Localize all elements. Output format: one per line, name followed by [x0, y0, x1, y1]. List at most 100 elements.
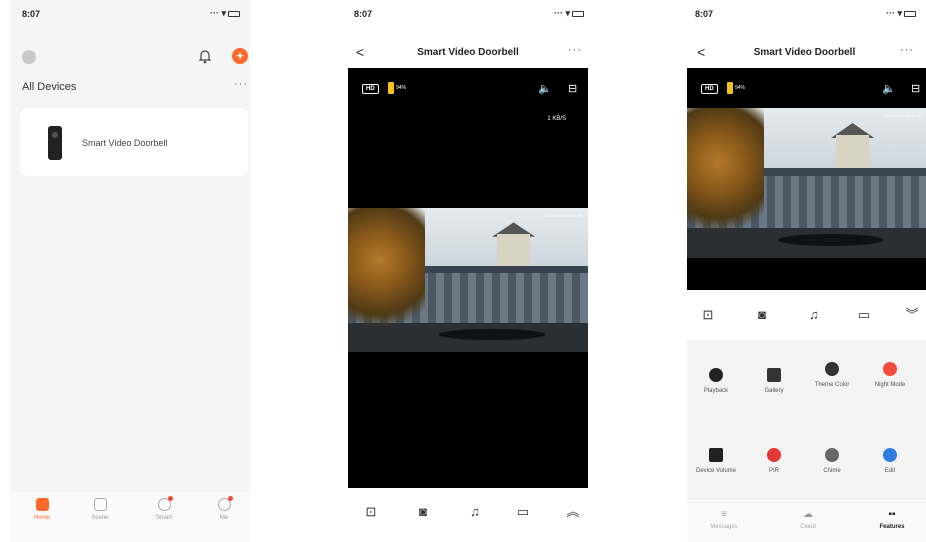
scene-icon — [93, 498, 107, 511]
tab-label: Features — [879, 524, 905, 530]
talk-icon[interactable]: ♫ — [466, 504, 484, 520]
video-player[interactable]: HD 94% 🔈 ⊟ 10/11/2022 15:32:45 — [687, 68, 926, 290]
battery-level-icon — [388, 82, 394, 94]
live-view-fullscreen: 8:07 ··· ▾ < Smart Video Doorbell ··· HD… — [342, 0, 594, 542]
battery-percent: 94% — [735, 85, 746, 91]
speaker-icon[interactable]: 🔈 — [538, 82, 552, 95]
battery-level-icon — [727, 82, 733, 94]
video-player[interactable]: HD 94% 🔈 ⊟ 1 KB/S 10/11/2022 15:32:45 — [348, 68, 588, 488]
status-icons: ··· ▾ — [210, 8, 240, 19]
section-title: All Devices — [22, 81, 77, 93]
tab-messages[interactable]: ≡ Messages — [699, 509, 749, 530]
hd-toggle-button[interactable]: HD — [701, 84, 718, 94]
feature-theme-color[interactable]: Theme Color — [807, 362, 857, 389]
feature-playback[interactable]: Playback — [691, 368, 741, 395]
more-icon[interactable]: ··· — [900, 44, 914, 56]
tab-label: Cloud — [800, 524, 816, 530]
control-bar: ⊡ ◙ ♫ ▭ ︾ — [683, 295, 926, 335]
feature-edit[interactable]: Edit — [865, 448, 915, 475]
record-icon[interactable]: ▭ — [855, 307, 873, 323]
more-icon[interactable]: ··· — [568, 44, 582, 56]
hd-toggle-button[interactable]: HD — [362, 84, 379, 94]
tab-features[interactable]: ▪▪ Features — [867, 509, 917, 530]
bottom-tab-bar: Home Scene Smart Me — [10, 492, 250, 542]
battery-percent: 94% — [396, 85, 407, 91]
battery-icon — [572, 10, 584, 17]
device-name: Smart Video Doorbell — [82, 138, 168, 148]
feature-night-mode[interactable]: Night Mode — [865, 362, 915, 389]
tab-home[interactable]: Home — [22, 498, 62, 521]
camera-frame: 10/11/2022 15:32:45 — [348, 208, 588, 352]
home-screen: 8:07 ··· ▾ + All Devices ··· Smart Video… — [10, 0, 250, 542]
battery-icon — [228, 10, 240, 17]
device-card[interactable]: Smart Video Doorbell — [20, 108, 248, 176]
tab-label: Smart — [155, 515, 172, 521]
feature-chime[interactable]: Chime — [807, 448, 857, 475]
notification-dot — [227, 496, 233, 501]
record-icon[interactable]: ▭ — [514, 504, 532, 520]
add-device-button[interactable]: + — [232, 48, 248, 64]
feature-label: Theme Color — [814, 382, 850, 388]
status-bar: 8:07 ··· ▾ — [10, 0, 250, 22]
doorbell-icon — [48, 126, 62, 160]
gallery-icon — [767, 368, 781, 382]
status-icons: ··· ▾ — [554, 8, 584, 19]
notification-dot — [167, 496, 173, 501]
status-time: 8:07 — [695, 9, 714, 19]
me-icon — [217, 496, 233, 511]
bell-icon[interactable] — [198, 48, 212, 64]
tab-smart[interactable]: Smart — [144, 496, 184, 521]
camera-frame: 10/11/2022 15:32:45 — [687, 108, 926, 258]
tab-label: Messages — [710, 524, 738, 530]
home-icon — [35, 498, 49, 511]
split-view-icon[interactable]: ⊟ — [568, 82, 577, 95]
tab-scene[interactable]: Scene — [80, 498, 120, 521]
status-icons: ··· ▾ — [886, 8, 916, 19]
cloud-icon: ☁ — [803, 509, 813, 520]
feature-label: Playback — [703, 388, 729, 394]
features-grid: Playback Gallery Theme Color Night Mode … — [687, 340, 926, 500]
talk-icon[interactable]: ♫ — [805, 307, 823, 323]
chevron-up-icon[interactable]: ︽ — [564, 504, 582, 520]
smart-icon — [157, 496, 173, 511]
feature-label: Gallery — [764, 388, 784, 394]
status-time: 8:07 — [22, 9, 41, 19]
control-bar: ⊡ ◙ ♫ ▭ ︽ — [342, 498, 594, 528]
home-avatar-icon[interactable] — [22, 50, 36, 64]
speaker-icon[interactable]: 🔈 — [882, 82, 896, 95]
page-title: Smart Video Doorbell — [417, 47, 519, 58]
status-bar: 8:07 ··· ▾ — [342, 0, 594, 22]
battery-icon — [904, 10, 916, 17]
chime-icon — [825, 448, 839, 462]
palette-icon — [825, 362, 839, 376]
pir-icon — [767, 448, 781, 462]
tab-label: Home — [33, 515, 50, 521]
page-title: Smart Video Doorbell — [753, 47, 856, 58]
video-timestamp: 10/11/2022 15:32:45 — [545, 213, 582, 218]
video-timestamp: 10/11/2022 15:32:45 — [884, 113, 921, 118]
feature-label: Chime — [823, 468, 841, 474]
grid-icon: ▪▪ — [888, 509, 896, 520]
feature-label: PIR — [768, 468, 779, 474]
tab-me[interactable]: Me — [204, 496, 244, 521]
tab-label: Scene — [91, 515, 109, 521]
tab-cloud[interactable]: ☁ Cloud — [783, 509, 833, 530]
camera-icon[interactable]: ◙ — [753, 307, 771, 323]
feature-pir[interactable]: PIR — [749, 448, 799, 475]
volume-icon — [709, 448, 723, 462]
tab-label: Me — [219, 515, 229, 521]
playback-icon — [709, 368, 723, 382]
messages-icon: ≡ — [721, 509, 727, 520]
feature-label: Device Volume — [695, 468, 737, 474]
bitrate-readout: 1 KB/S — [547, 116, 566, 122]
screenshot-icon[interactable]: ⊡ — [699, 307, 717, 323]
screenshot-icon[interactable]: ⊡ — [362, 504, 380, 520]
more-icon[interactable]: ··· — [234, 78, 248, 90]
camera-icon[interactable]: ◙ — [414, 504, 432, 520]
status-bar: 8:07 ··· ▾ — [683, 0, 926, 22]
chevron-down-icon[interactable]: ︾ — [903, 307, 921, 323]
feature-gallery[interactable]: Gallery — [749, 368, 799, 395]
night-mode-icon — [883, 362, 897, 376]
feature-device-volume[interactable]: Device Volume — [691, 448, 741, 475]
split-view-icon[interactable]: ⊟ — [911, 82, 920, 95]
